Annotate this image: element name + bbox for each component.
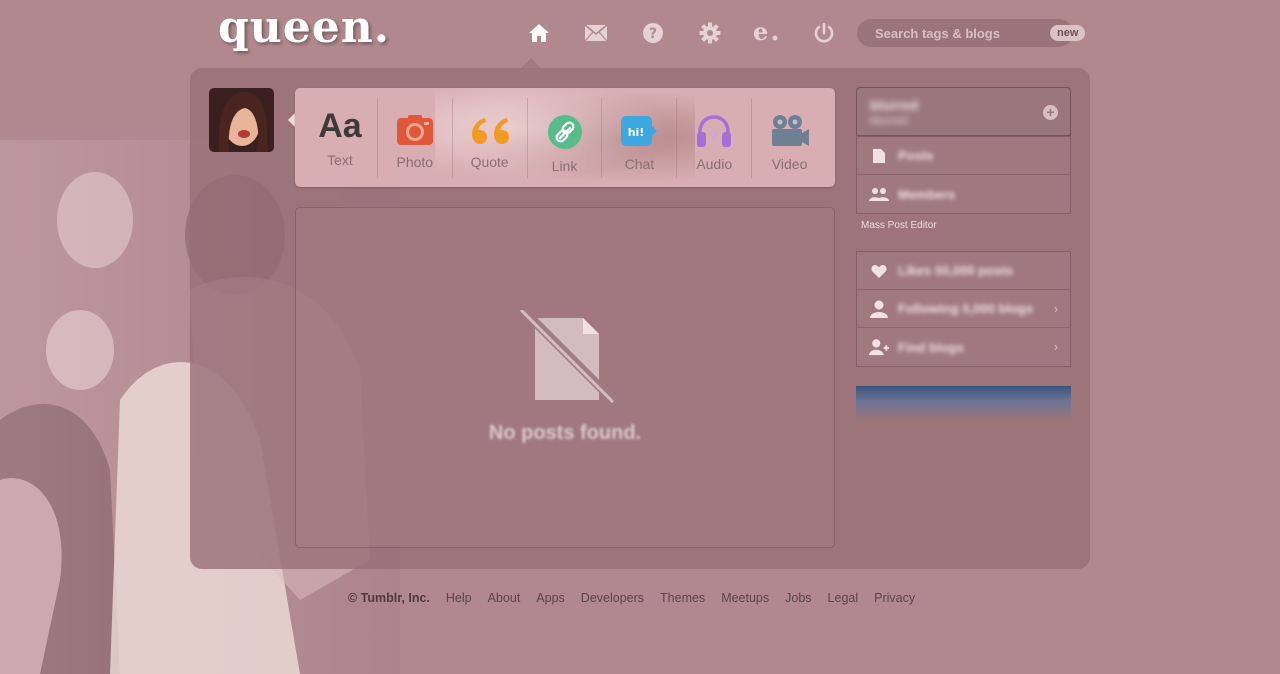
footer-link-jobs[interactable]: Jobs — [785, 591, 811, 605]
sidebar-item-members[interactable]: Members — [857, 175, 1070, 213]
mass-post-editor-link[interactable]: Mass Post Editor — [861, 220, 937, 231]
post-type-audio[interactable]: Audio — [677, 97, 753, 178]
blog-logo[interactable]: queen. — [218, 2, 390, 53]
footer-link-themes[interactable]: Themes — [660, 591, 705, 605]
blog-name: blurred — [870, 97, 919, 113]
post-type-label: Audio — [696, 155, 733, 172]
post-type-quote[interactable]: Quote — [453, 97, 528, 178]
plus-icon[interactable]: + — [1043, 105, 1058, 120]
headphones-icon — [697, 114, 732, 147]
post-type-link[interactable]: Link — [528, 97, 603, 178]
text-aa-icon: Aa — [318, 106, 362, 145]
chevron-right-icon: › — [1054, 301, 1058, 316]
post-type-bar: Aa Text Photo Quote Link hi! Chat Audio … — [295, 88, 835, 187]
post-type-label: Quote — [470, 153, 509, 170]
chat-glyph: hi! — [628, 126, 645, 139]
chat-icon: hi! — [621, 115, 658, 146]
blog-subtitle: blurred — [870, 115, 908, 127]
gear-icon — [699, 22, 720, 44]
sidebar-item-following[interactable]: Following 0,000 blogs › — [857, 290, 1070, 328]
nav-logout-button[interactable] — [795, 16, 852, 50]
footer-link-privacy[interactable]: Privacy — [874, 591, 915, 605]
footer-copyright: © Tumblr, Inc. — [348, 591, 430, 605]
person-icon — [869, 299, 889, 319]
heart-icon — [869, 261, 889, 281]
members-icon — [869, 184, 889, 204]
sidebar-item-label: Members — [898, 186, 956, 202]
post-type-label: Video — [771, 155, 808, 172]
sidebar-item-label: Following 0,000 blogs — [898, 301, 1034, 316]
sidebar-blog-header[interactable]: blurred blurred + — [856, 87, 1071, 136]
footer: © Tumblr, Inc. Help About Apps Developer… — [348, 591, 915, 605]
post-type-video[interactable]: Video — [752, 98, 827, 178]
post-type-chat[interactable]: hi! Chat — [602, 97, 678, 178]
sidebar-account-menu: Likes 00,000 posts Following 0,000 blogs… — [856, 251, 1071, 367]
nav-edit-button[interactable]: e — [738, 16, 795, 50]
footer-link-meetups[interactable]: Meetups — [721, 591, 769, 605]
chevron-right-icon: › — [1054, 340, 1058, 354]
nav-messages-button[interactable] — [567, 16, 624, 50]
footer-link-legal[interactable]: Legal — [828, 591, 859, 605]
empty-feed-message: No posts found. — [488, 422, 642, 444]
footer-link-about[interactable]: About — [488, 591, 521, 605]
avatar-pointer — [288, 113, 295, 127]
sidebar-item-likes[interactable]: Likes 00,000 posts — [857, 252, 1070, 290]
footer-link-apps[interactable]: Apps — [536, 591, 565, 605]
sidebar-blog-menu: Posts Members — [856, 136, 1071, 214]
top-nav: ? e — [510, 16, 852, 50]
document-icon — [869, 146, 889, 166]
search-input[interactable] — [875, 25, 1050, 41]
post-type-text[interactable]: Aa Text — [303, 97, 378, 178]
post-feed: No posts found. — [295, 207, 835, 548]
envelope-icon — [583, 24, 608, 42]
sidebar-item-label: Find blogs — [898, 339, 964, 355]
avatar[interactable] — [209, 88, 274, 152]
post-type-label: Photo — [396, 153, 434, 170]
nav-settings-button[interactable] — [681, 16, 738, 50]
camera-icon — [396, 114, 433, 145]
post-type-label: Text — [327, 151, 353, 168]
sidebar-item-posts[interactable]: Posts — [857, 137, 1070, 175]
svg-text:e: e — [753, 21, 768, 45]
nav-active-indicator — [521, 58, 541, 68]
power-icon — [814, 22, 833, 43]
search-new-badge: new — [1050, 25, 1086, 41]
post-type-label: Chat — [624, 155, 655, 172]
quote-icon — [471, 117, 509, 144]
post-type-label: Link — [551, 157, 578, 174]
link-icon — [547, 114, 582, 149]
avatar-image — [209, 88, 274, 152]
nav-help-button[interactable]: ? — [624, 16, 681, 50]
video-camera-icon — [771, 114, 809, 146]
e-logo-icon: e — [753, 21, 777, 45]
sidebar-ad-banner[interactable] — [856, 386, 1071, 420]
footer-link-developers[interactable]: Developers — [581, 591, 644, 605]
post-type-photo[interactable]: Photo — [378, 97, 453, 178]
footer-link-help[interactable]: Help — [446, 591, 472, 605]
question-icon: ? — [642, 23, 663, 43]
svg-text:?: ? — [648, 26, 656, 42]
sidebar-item-find-blogs[interactable]: Find blogs › — [857, 328, 1070, 366]
search-box[interactable]: new — [857, 19, 1086, 47]
no-document-icon — [519, 310, 617, 406]
nav-home-button[interactable] — [510, 16, 567, 50]
home-icon — [528, 24, 549, 42]
sidebar-item-label: Likes 00,000 posts — [898, 263, 1013, 278]
sidebar-item-label: Posts — [898, 148, 934, 163]
add-person-icon — [869, 337, 889, 357]
